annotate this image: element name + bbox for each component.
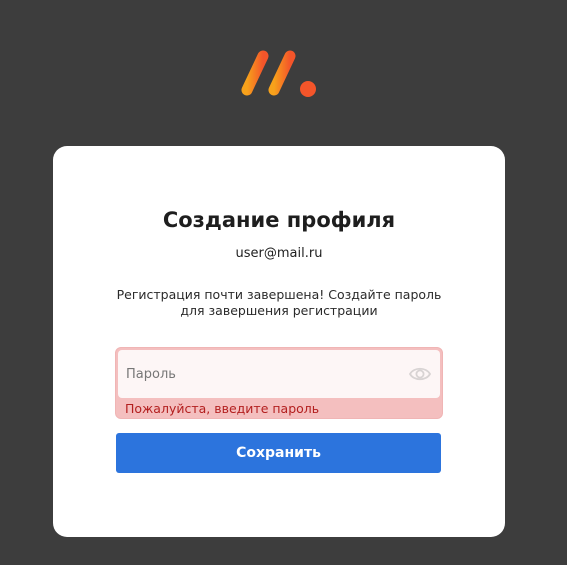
password-input[interactable] xyxy=(126,350,396,398)
signup-card: Создание профиля user@mail.ru Регистраци… xyxy=(53,146,505,537)
registration-description: Регистрация почти завершена! Создайте па… xyxy=(116,287,442,318)
brand-logo-icon xyxy=(241,50,316,97)
password-error-message: Пожалуйста, введите пароль xyxy=(125,401,320,416)
user-email: user@mail.ru xyxy=(235,246,323,261)
eye-icon[interactable] xyxy=(408,364,432,384)
password-field-group: Пожалуйста, введите пароль xyxy=(115,347,443,419)
save-button[interactable]: Сохранить xyxy=(116,433,441,473)
page-title: Создание профиля xyxy=(162,208,396,232)
password-field xyxy=(118,350,440,398)
